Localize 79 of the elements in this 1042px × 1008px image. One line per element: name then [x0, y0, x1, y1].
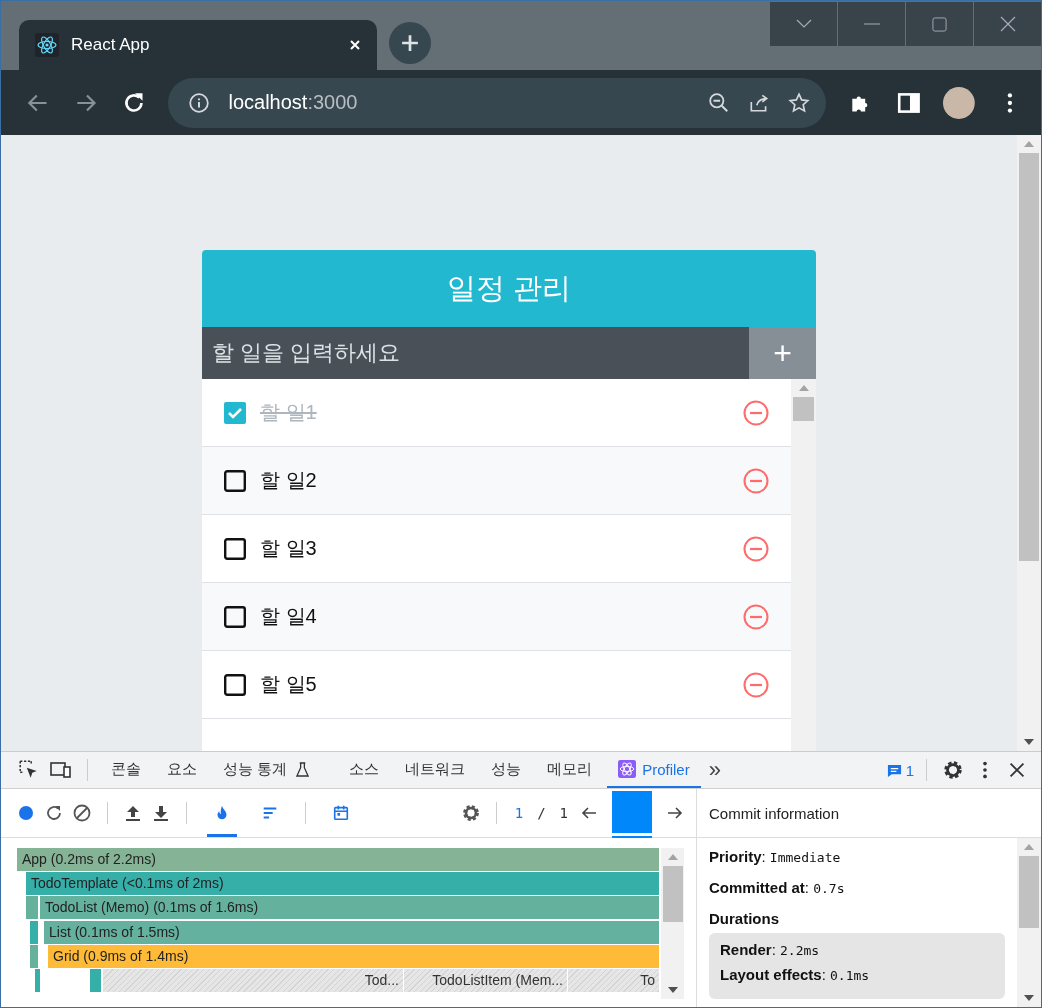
clear-icon[interactable] — [72, 803, 92, 823]
address-bar[interactable]: localhost:3000 — [168, 77, 826, 128]
react-logo-icon — [35, 33, 59, 57]
scrollbar[interactable] — [1017, 838, 1041, 1007]
flame-bar[interactable]: TodoTemplate (<0.1ms of 2ms) — [26, 872, 659, 896]
checked-checkbox-icon[interactable] — [224, 401, 246, 424]
close-icon — [999, 16, 1016, 32]
todo-title: 일정 관리 — [202, 250, 816, 327]
todo-text: 할 일4 — [260, 604, 318, 629]
minimize-icon — [863, 23, 880, 25]
scrollbar[interactable] — [791, 379, 816, 751]
commit-total: 1 — [559, 805, 568, 821]
browser-tab[interactable]: React App — [19, 20, 377, 70]
flame-bar[interactable] — [30, 920, 38, 944]
devtools-tab[interactable]: 요소 — [156, 752, 208, 788]
remove-icon[interactable] — [743, 603, 769, 630]
duration-text: Render: 2.2ms — [720, 941, 821, 958]
zoom-out-icon[interactable] — [707, 91, 730, 114]
record-icon[interactable] — [16, 803, 36, 823]
todo-text: 할 일2 — [260, 468, 318, 493]
commit-detail-text: Priority: Immediate — [709, 848, 842, 865]
devtools-tab[interactable]: 콘솔 — [100, 752, 152, 788]
reload-icon[interactable] — [44, 803, 64, 823]
devtools-tab[interactable]: 성능 통계 — [212, 752, 335, 788]
scrollbar[interactable] — [661, 848, 684, 999]
settings-icon[interactable] — [942, 759, 964, 781]
flame-bar-unrendered[interactable]: To — [568, 968, 659, 992]
chevron-down-icon — [795, 19, 812, 29]
flame-bar[interactable] — [90, 968, 101, 992]
checkbox-icon[interactable] — [224, 605, 246, 628]
more-tabs-button[interactable]: » — [704, 757, 725, 783]
duration-text: Layout effects: 0.1ms — [720, 966, 871, 983]
flame-bar[interactable]: App (0.2ms of 2.2ms) — [17, 848, 659, 871]
new-tab-button[interactable] — [389, 22, 431, 64]
todo-text: 할 일1 — [260, 400, 318, 425]
checkbox-icon[interactable] — [224, 537, 246, 560]
info-icon[interactable] — [188, 91, 211, 114]
flame-bar-unrendered[interactable]: Tod... — [103, 968, 403, 992]
close-icon[interactable] — [349, 39, 361, 51]
maximize-icon — [932, 16, 947, 32]
durations-heading: Durations — [709, 910, 780, 927]
devtools-tab[interactable]: Profiler — [607, 752, 701, 788]
flame-bar[interactable]: List (0.1ms of 1.5ms) — [44, 920, 659, 944]
flame-bar[interactable] — [35, 968, 40, 992]
calendar-icon — [332, 804, 350, 822]
star-icon[interactable] — [787, 91, 810, 114]
url-text: localhost:3000 — [228, 91, 358, 114]
upload-icon[interactable] — [123, 803, 143, 823]
checkbox-icon[interactable] — [224, 469, 246, 492]
commit-detail-text: Committed at: 0.7s — [709, 879, 846, 896]
flame-bar[interactable]: Grid (0.9ms of 1.4ms) — [48, 944, 659, 968]
commit-separator: / — [537, 805, 546, 821]
todo-text: 할 일5 — [260, 672, 318, 697]
flame-bar[interactable]: TodoList (Memo) (0.1ms of 1.6ms) — [40, 896, 659, 920]
todo-text: 할 일3 — [260, 536, 318, 561]
page-scrollbar[interactable] — [1017, 135, 1041, 751]
panel-title: Commit information — [697, 789, 1041, 838]
checkbox-icon[interactable] — [224, 673, 246, 696]
tab-title: React App — [71, 35, 151, 55]
remove-icon[interactable] — [743, 535, 769, 562]
react-logo-icon — [618, 760, 637, 778]
plus-icon — [401, 34, 419, 52]
settings-icon[interactable] — [460, 803, 481, 823]
devtools-tab[interactable]: 네트워크 — [394, 752, 477, 788]
issues-button[interactable]: 1 — [886, 761, 914, 779]
todo-input-field[interactable]: 할 일을 입력하세요 — [202, 327, 749, 379]
avatar-icon[interactable] — [943, 86, 976, 119]
flame-bar-unrendered[interactable]: TodoListItem (Mem... — [404, 968, 567, 992]
remove-icon[interactable] — [743, 671, 769, 698]
commit-index: 1 — [514, 805, 524, 821]
devtools-tab[interactable]: 소스 — [338, 752, 391, 788]
devtools-tab[interactable]: 성능 — [480, 752, 533, 788]
download-icon[interactable] — [151, 803, 171, 823]
remove-icon[interactable] — [743, 399, 769, 426]
commit-bar[interactable] — [612, 790, 652, 836]
device-icon[interactable] — [50, 759, 72, 781]
devtools-tab[interactable]: 메모리 — [536, 752, 604, 788]
remove-icon[interactable] — [743, 467, 769, 494]
flask-icon — [296, 761, 310, 777]
